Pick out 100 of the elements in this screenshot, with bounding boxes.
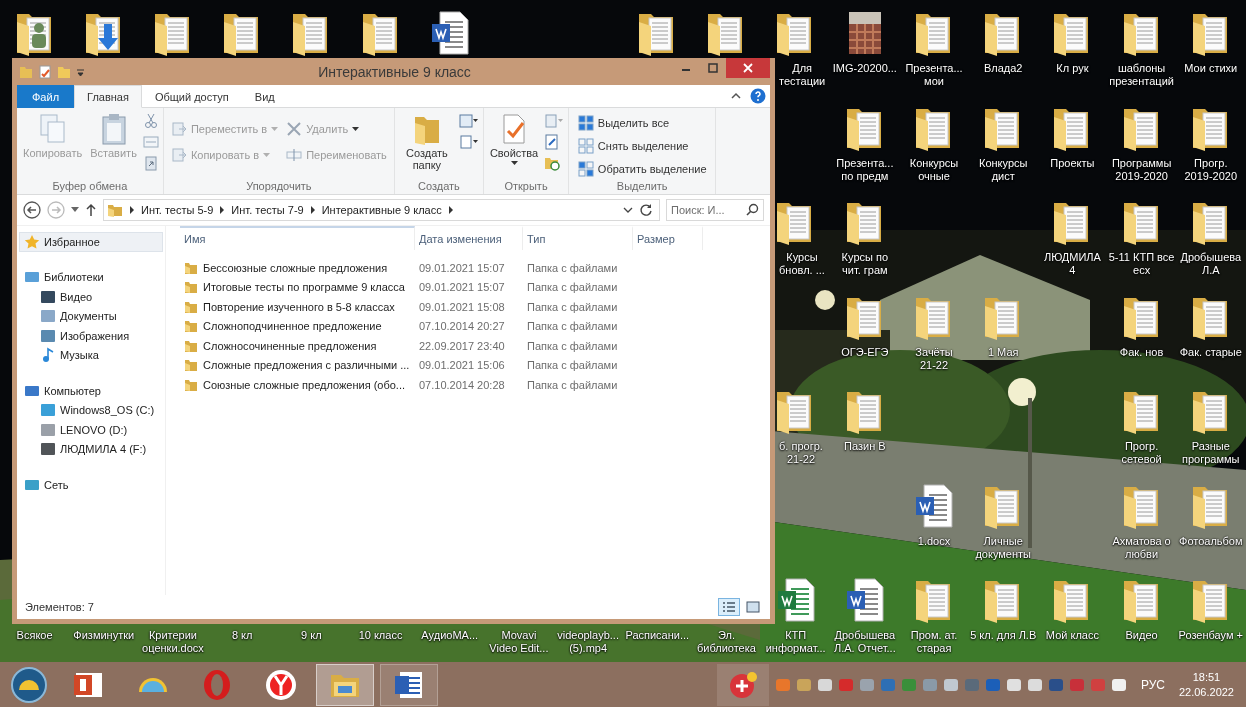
nav-item[interactable]: Изображения: [19, 326, 163, 346]
desktop-icon-label[interactable]: IMG-20200...: [832, 62, 897, 75]
scissors-icon[interactable]: [142, 113, 159, 129]
desktop-icon-label[interactable]: шаблоны презентаций: [1109, 62, 1174, 88]
language-indicator[interactable]: РУС: [1132, 677, 1173, 692]
column-header[interactable]: Размер: [633, 226, 703, 250]
desktop-icon-label[interactable]: Ахматова о любви: [1112, 534, 1171, 561]
nav-item[interactable]: ЛЮДМИЛА 4 (F:): [19, 439, 163, 459]
search-field[interactable]: Поиск: И...: [666, 199, 764, 221]
close-button[interactable]: [726, 58, 770, 78]
up-arrow-icon[interactable]: [85, 203, 97, 217]
invert-selection-button[interactable]: Обратить выделение: [575, 159, 709, 179]
document-icon[interactable]: [844, 577, 885, 623]
tray-icon[interactable]: [1110, 676, 1127, 693]
new-item-icon[interactable]: [458, 113, 479, 129]
desktop-icon-label[interactable]: КТП информат...: [765, 629, 826, 655]
desktop-icon-label[interactable]: 9 кл: [301, 629, 322, 642]
history-icon[interactable]: [544, 155, 561, 171]
file-row[interactable]: Союзные сложные предложения (обо... 07.10.2014 20:28 Папка с файлами: [180, 375, 770, 395]
breadcrumb[interactable]: Интерактивные 9 класс: [321, 204, 442, 216]
desktop-icon-label[interactable]: Конкурсы дист: [979, 156, 1028, 183]
properties-icon[interactable]: [38, 64, 52, 79]
ribbon-tab[interactable]: Вид: [241, 85, 288, 108]
file-row[interactable]: Итоговые тесты по программе 9 класса 09.01.2021 15:07 Папка с файлами: [180, 277, 770, 297]
tray-icon[interactable]: [1026, 676, 1043, 693]
desktop-icon-label[interactable]: Для тестации: [779, 62, 826, 88]
ribbon-tab[interactable]: Общий доступ: [141, 85, 242, 108]
select-none-button[interactable]: Снять выделение: [575, 136, 709, 156]
ribbon-tab[interactable]: Файл: [17, 85, 75, 108]
desktop-icon-label[interactable]: Фак. нов: [1119, 345, 1164, 359]
column-header[interactable]: Имя: [180, 226, 415, 250]
dropdown-icon[interactable]: [623, 206, 633, 214]
breadcrumb[interactable]: Инт. тесты 5-9: [141, 204, 214, 216]
edit-icon[interactable]: [544, 134, 561, 150]
nav-item[interactable]: Библиотеки: [19, 267, 163, 287]
file-row[interactable]: Повторение изученного в 5-8 классах 09.01.2021 15:08 Папка с файлами: [180, 297, 770, 317]
new-folder-button[interactable]: Создать папку: [398, 111, 455, 173]
desktop-icon-label[interactable]: Критерии оценки.docx: [142, 629, 204, 655]
document-icon[interactable]: [914, 482, 955, 529]
ribbon-tab[interactable]: Главная: [74, 85, 142, 108]
nav-item[interactable]: Музыка: [19, 345, 163, 365]
desktop-icon-label[interactable]: Прогр. сетевой: [1121, 440, 1162, 466]
desktop-icon-label[interactable]: Всякое: [16, 629, 53, 642]
easy-access-icon[interactable]: [458, 134, 479, 150]
desktop-icon-label[interactable]: Дробышева Л.А. Отчет...: [833, 629, 896, 655]
desktop-icon-label[interactable]: Пазин В: [844, 440, 886, 453]
file-row[interactable]: Сложноподчиненное предложение 07.10.2014 20:27 Папка с файлами: [180, 316, 770, 336]
recent-locations-icon[interactable]: [71, 207, 79, 213]
desktop-icon-label[interactable]: Розенбаум +: [1178, 629, 1243, 642]
desktop-icon-label[interactable]: Прогр. 2019-2020: [1184, 156, 1238, 183]
desktop-icon-label[interactable]: Пром. ат. старая: [910, 629, 958, 655]
desktop-icon-label[interactable]: Фак. старые: [1179, 345, 1242, 359]
desktop-icon-label[interactable]: Мой класс: [1045, 629, 1099, 642]
tray-icon[interactable]: [816, 676, 833, 693]
desktop-icon-label[interactable]: АудиоМА...: [421, 629, 479, 642]
nav-item[interactable]: Компьютер: [19, 381, 163, 401]
help-icon[interactable]: [750, 88, 766, 104]
desktop-icon-label[interactable]: 8 кл: [231, 629, 253, 642]
tray-icon[interactable]: [942, 676, 959, 693]
nav-item[interactable]: Избранное: [19, 232, 163, 252]
desktop-icon-label[interactable]: б. прогр. 21-22: [779, 440, 823, 466]
clock[interactable]: 18:51 22.06.2022: [1178, 669, 1242, 700]
details-view-button[interactable]: [718, 598, 740, 616]
desktop-icon-label[interactable]: ОГЭ-ЕГЭ: [841, 345, 889, 359]
desktop-icon-label[interactable]: ЛЮДМИЛА 4: [1043, 251, 1101, 277]
desktop-icon-label[interactable]: Физминутки: [73, 629, 135, 642]
desktop-icon-label[interactable]: Кл рук: [1056, 62, 1089, 75]
nav-item[interactable]: Windows8_OS (C:): [19, 400, 163, 420]
desktop-icon-label[interactable]: Презента... по предм: [836, 156, 894, 183]
nav-item[interactable]: Сеть: [19, 475, 163, 495]
select-all-button[interactable]: Выделить все: [575, 113, 709, 133]
column-header[interactable]: Дата изменения: [415, 226, 523, 250]
file-row[interactable]: Сложные предложения с различными ... 09.01.2021 15:06 Папка с файлами: [180, 355, 770, 375]
file-row[interactable]: Бессоюзные сложные предложения 09.01.2021 15:07 Папка с файлами: [180, 258, 770, 278]
desktop-icon-label[interactable]: Расписани...: [625, 629, 690, 642]
warning-taskbar-button[interactable]: [716, 663, 769, 706]
nav-item[interactable]: LENOVO (D:): [19, 420, 163, 440]
desktop-icon-label[interactable]: Разные программы: [1182, 440, 1240, 466]
desktop-icon-label[interactable]: Программы 2019-2020: [1111, 156, 1172, 183]
desktop-icon-label[interactable]: 1.docx: [917, 534, 951, 548]
nav-item[interactable]: Документы: [19, 306, 163, 326]
desktop-icon-label[interactable]: Курсы бновл. ...: [779, 251, 825, 277]
file-row[interactable]: Сложносочиненные предложения 22.09.2017 23:40 Папка с файлами: [180, 336, 770, 356]
address-bar[interactable]: Инт. тесты 5-9 Инт. тесты 7-9 Интерактивные 9 класс: [103, 199, 660, 221]
word-taskbar-button[interactable]: [380, 663, 438, 706]
desktop-icon-label[interactable]: Movavi Video Edit...: [489, 629, 549, 655]
desktop-icon-label[interactable]: videoplayb... (5).mp4: [557, 629, 619, 655]
refresh-icon[interactable]: [639, 203, 653, 217]
desktop-icon-label[interactable]: Дробышева Л.А: [1180, 251, 1242, 277]
desktop-icon-label[interactable]: Мои стихи: [1184, 62, 1238, 75]
desktop-icon-label[interactable]: Конкурсы очные: [909, 156, 959, 183]
desktop-icon-label[interactable]: Видео: [1125, 629, 1158, 642]
desktop-icon-label[interactable]: Фотоальбом: [1179, 534, 1243, 548]
desktop-icon-label[interactable]: 5-11 КТП все есх: [1108, 251, 1175, 277]
explorer-taskbar-button[interactable]: [316, 663, 374, 706]
back-button[interactable]: [23, 201, 41, 219]
document-icon[interactable]: [429, 10, 470, 56]
desktop-icon-label[interactable]: Личные документы: [975, 534, 1031, 561]
desktop-icon-label[interactable]: 5 кл. для Л.В: [970, 629, 1037, 642]
desktop-icon-label[interactable]: 10 класс: [358, 629, 403, 642]
